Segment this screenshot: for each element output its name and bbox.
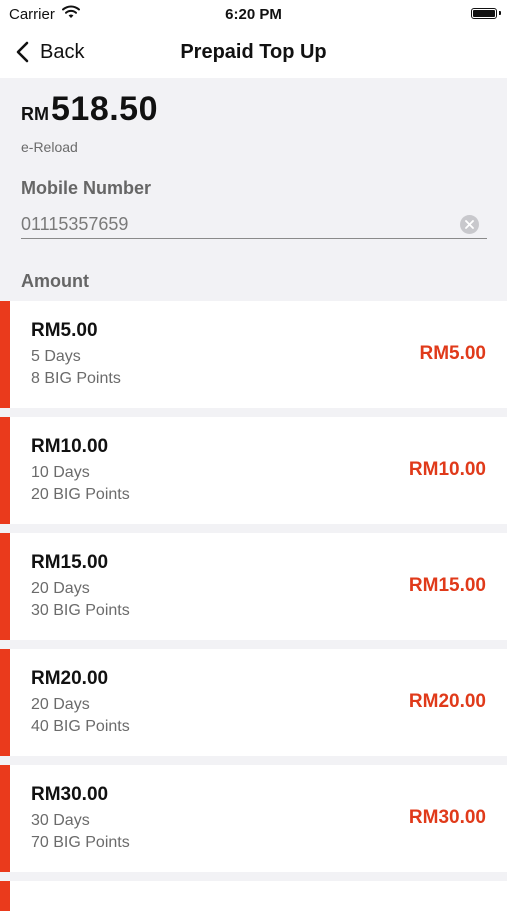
topup-validity: 20 Days	[31, 580, 90, 597]
topup-option-rm30[interactable]: RM30.00 30 Days 70 BIG Points RM30.00	[0, 765, 507, 872]
clear-input-button[interactable]	[460, 215, 479, 234]
topup-title: RM30.00	[31, 784, 109, 805]
status-bar: Carrier 6:20 PM	[0, 0, 507, 28]
topup-price: RM5.00	[419, 343, 486, 364]
amount-section-label: Amount	[21, 271, 89, 291]
row-accent-bar	[0, 765, 10, 872]
topup-option-partial[interactable]	[0, 881, 507, 911]
topup-title: RM20.00	[31, 668, 109, 689]
mobile-number-label: Mobile Number	[21, 178, 152, 198]
topup-option-rm5[interactable]: RM5.00 5 Days 8 BIG Points RM5.00	[0, 301, 507, 408]
balance-amount: 518.50	[51, 90, 158, 128]
topup-validity: 20 Days	[31, 696, 90, 713]
topup-points: 8 BIG Points	[31, 370, 121, 387]
topup-validity: 10 Days	[31, 464, 90, 481]
reload-type-label: e-Reload	[21, 139, 78, 155]
back-button[interactable]: Back	[14, 40, 84, 64]
navigation-bar: Back Prepaid Top Up	[0, 28, 507, 78]
row-accent-bar	[0, 649, 10, 756]
row-accent-bar	[0, 533, 10, 640]
battery-icon	[471, 8, 501, 19]
topup-option-rm10[interactable]: RM10.00 10 Days 20 BIG Points RM10.00	[0, 417, 507, 524]
balance-currency: RM	[21, 104, 49, 124]
topup-title: RM5.00	[31, 320, 98, 341]
close-icon	[465, 220, 474, 229]
topup-option-rm15[interactable]: RM15.00 20 Days 30 BIG Points RM15.00	[0, 533, 507, 640]
topup-validity: 30 Days	[31, 812, 90, 829]
row-accent-bar	[0, 301, 10, 408]
chevron-left-icon	[16, 41, 29, 63]
topup-points: 20 BIG Points	[31, 486, 130, 503]
back-label: Back	[40, 40, 85, 63]
topup-title: RM10.00	[31, 436, 109, 457]
topup-price: RM10.00	[408, 459, 486, 480]
topup-price: RM20.00	[408, 691, 486, 712]
topup-price: RM30.00	[408, 807, 486, 828]
topup-points: 40 BIG Points	[31, 718, 130, 735]
status-time: 6:20 PM	[225, 6, 282, 23]
topup-options-list: RM5.00 5 Days 8 BIG Points RM5.00 RM10.0…	[0, 301, 507, 911]
balance-display: RM 518.50	[21, 90, 158, 129]
topup-validity: 5 Days	[31, 348, 81, 365]
topup-price: RM15.00	[408, 575, 486, 596]
mobile-number-field[interactable]	[21, 210, 487, 239]
topup-option-rm20[interactable]: RM20.00 20 Days 40 BIG Points RM20.00	[0, 649, 507, 756]
topup-title: RM15.00	[31, 552, 109, 573]
row-accent-bar	[0, 881, 10, 911]
topup-points: 30 BIG Points	[31, 602, 130, 619]
row-accent-bar	[0, 417, 10, 524]
topup-points: 70 BIG Points	[31, 834, 130, 851]
